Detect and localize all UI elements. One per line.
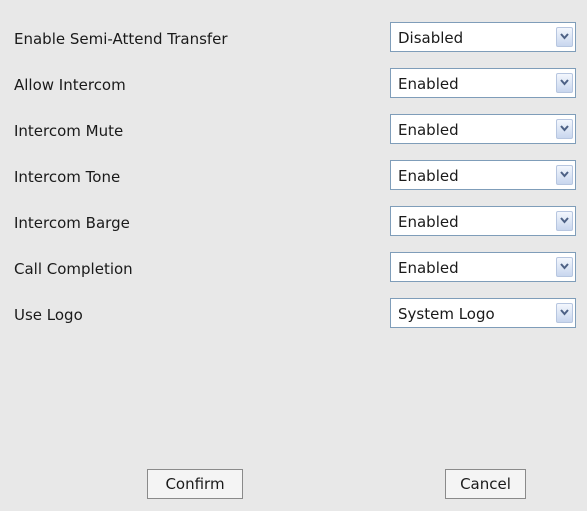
setting-label: Allow Intercom xyxy=(14,76,126,94)
setting-label: Intercom Barge xyxy=(14,214,130,232)
select-value: Enabled xyxy=(398,259,459,277)
chevron-down-icon[interactable] xyxy=(556,257,573,277)
setting-row-intercom-barge: Intercom Barge Enabled xyxy=(0,206,587,240)
setting-row-intercom-mute: Intercom Mute Enabled xyxy=(0,114,587,148)
setting-label: Enable Semi-Attend Transfer xyxy=(14,30,228,48)
select-value: Enabled xyxy=(398,121,459,139)
setting-row-allow-intercom: Allow Intercom Enabled xyxy=(0,68,587,102)
chevron-down-icon[interactable] xyxy=(556,165,573,185)
setting-row-call-completion: Call Completion Enabled xyxy=(0,252,587,286)
cancel-button[interactable]: Cancel xyxy=(445,469,526,499)
chevron-down-icon[interactable] xyxy=(556,211,573,231)
select-value: Enabled xyxy=(398,75,459,93)
intercom-mute-select[interactable]: Enabled xyxy=(390,114,576,144)
chevron-down-icon[interactable] xyxy=(556,303,573,323)
call-completion-select[interactable]: Enabled xyxy=(390,252,576,282)
setting-label: Intercom Tone xyxy=(14,168,121,186)
intercom-barge-select[interactable]: Enabled xyxy=(390,206,576,236)
chevron-down-icon[interactable] xyxy=(556,73,573,93)
chevron-down-icon[interactable] xyxy=(556,119,573,139)
chevron-down-icon[interactable] xyxy=(556,27,573,47)
setting-row-intercom-tone: Intercom Tone Enabled xyxy=(0,160,587,194)
select-value: Enabled xyxy=(398,167,459,185)
confirm-button[interactable]: Confirm xyxy=(147,469,243,499)
setting-label: Call Completion xyxy=(14,260,133,278)
setting-row-semi-attend-transfer: Enable Semi-Attend Transfer Disabled xyxy=(0,22,587,56)
intercom-tone-select[interactable]: Enabled xyxy=(390,160,576,190)
allow-intercom-select[interactable]: Enabled xyxy=(390,68,576,98)
settings-panel: Enable Semi-Attend Transfer Disabled All… xyxy=(0,0,587,511)
select-value: Disabled xyxy=(398,29,464,47)
setting-label: Use Logo xyxy=(14,306,83,324)
select-value: Enabled xyxy=(398,213,459,231)
select-value: System Logo xyxy=(398,305,495,323)
use-logo-select[interactable]: System Logo xyxy=(390,298,576,328)
setting-row-use-logo: Use Logo System Logo xyxy=(0,298,587,332)
setting-label: Intercom Mute xyxy=(14,122,124,140)
semi-attend-transfer-select[interactable]: Disabled xyxy=(390,22,576,52)
